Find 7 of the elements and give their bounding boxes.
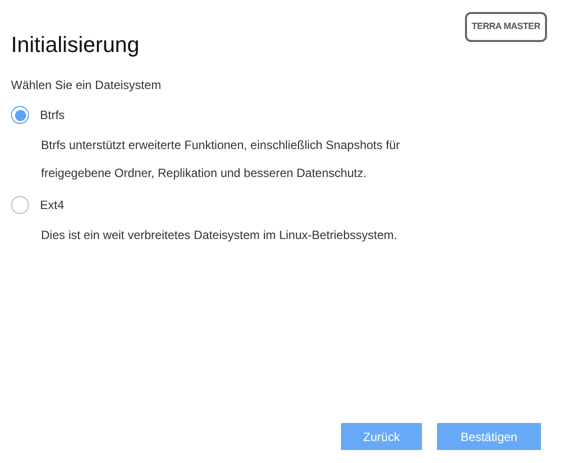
radio-option[interactable]: Btrfs <box>11 105 65 125</box>
page-title: Initialisierung <box>11 31 140 59</box>
radio-option[interactable]: Ext4 <box>11 195 64 215</box>
logo-text: TERRA MASTER <box>472 20 540 34</box>
option-description: Dies ist ein weit verbreitetes Dateisystem im Linux-Betriebssystem. <box>41 227 398 244</box>
prompt-text: Wählen Sie ein Dateisystem <box>11 77 162 93</box>
option-description: Btrfs unterstützt erweiterte Funktionen, einschließlich Snapshots für freigegebene Ordner, Replikation und besseren Datenschutz. <box>41 137 401 182</box>
